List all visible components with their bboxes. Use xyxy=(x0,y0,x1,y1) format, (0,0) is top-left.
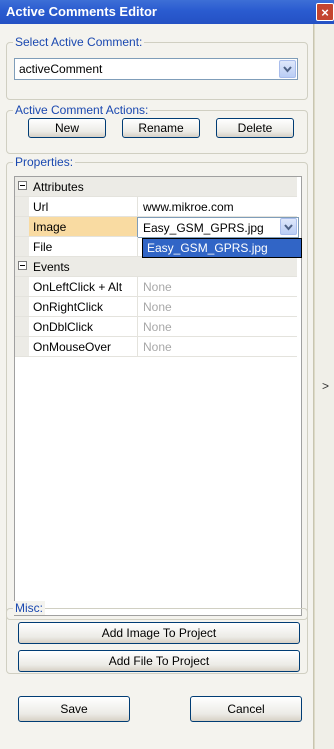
row-gutter xyxy=(15,317,29,336)
property-name: File xyxy=(33,240,53,254)
add-image-button[interactable]: Add Image To Project xyxy=(18,622,300,644)
property-name: Url xyxy=(33,200,49,214)
event-value-cell[interactable]: None xyxy=(137,297,298,316)
property-value: Easy_GSM_GPRS.jpg xyxy=(143,221,264,235)
window-title: Active Comments Editor xyxy=(6,4,157,19)
property-name: Image xyxy=(33,220,67,234)
rename-button[interactable]: Rename xyxy=(122,118,200,138)
dropdown-option-text: Easy_GSM_GPRS.jpg xyxy=(147,241,268,255)
event-name: OnDblClick xyxy=(33,320,94,334)
chevron-right-icon[interactable]: > xyxy=(322,379,329,393)
event-value: None xyxy=(143,340,172,354)
save-button[interactable]: Save xyxy=(18,696,130,722)
image-value-editor[interactable]: Easy_GSM_GPRS.jpg xyxy=(137,217,299,238)
event-value: None xyxy=(143,280,172,294)
event-name: OnRightClick xyxy=(33,300,104,314)
event-name: OnLeftClick + Alt xyxy=(33,280,123,294)
event-name: OnMouseOver xyxy=(33,340,112,354)
event-value-cell[interactable]: None xyxy=(137,317,298,336)
event-value: None xyxy=(143,320,172,334)
select-comment-legend: Select Active Comment: xyxy=(13,35,145,49)
event-row[interactable]: OnRightClick None xyxy=(15,297,297,317)
chevron-down-icon[interactable] xyxy=(279,60,296,78)
title-bar: Active Comments Editor × xyxy=(0,0,334,24)
cancel-button[interactable]: Cancel xyxy=(190,696,302,722)
row-gutter xyxy=(15,277,29,296)
events-category[interactable]: Events xyxy=(15,257,297,277)
property-value: www.mikroe.com xyxy=(143,200,234,214)
active-comment-value: activeComment xyxy=(19,62,103,76)
row-gutter xyxy=(15,197,29,216)
collapse-icon[interactable] xyxy=(18,261,27,270)
close-button[interactable]: × xyxy=(316,3,334,21)
new-button[interactable]: New xyxy=(28,118,106,138)
add-file-button[interactable]: Add File To Project xyxy=(18,650,300,672)
editor-panel: Select Active Comment: activeComment Act… xyxy=(0,24,314,749)
event-value: None xyxy=(143,300,172,314)
collapse-strip[interactable]: > xyxy=(314,24,334,749)
property-value-cell[interactable]: www.mikroe.com xyxy=(137,197,298,216)
property-row-url[interactable]: Url www.mikroe.com xyxy=(15,197,297,217)
row-gutter xyxy=(15,297,29,316)
collapse-icon[interactable] xyxy=(18,181,27,190)
properties-legend: Properties: xyxy=(13,155,76,169)
image-dropdown-option[interactable]: Easy_GSM_GPRS.jpg xyxy=(142,238,302,258)
active-comment-select[interactable]: activeComment xyxy=(14,58,298,80)
chevron-down-icon[interactable] xyxy=(280,218,297,235)
row-gutter xyxy=(15,237,29,256)
row-gutter xyxy=(15,337,29,356)
property-row-image[interactable]: Image Easy_GSM_GPRS.jpg xyxy=(15,217,299,238)
actions-legend: Active Comment Actions: xyxy=(13,103,151,117)
attributes-label: Attributes xyxy=(33,180,84,194)
event-value-cell[interactable]: None xyxy=(137,277,298,296)
events-label: Events xyxy=(33,260,70,274)
misc-legend: Misc: xyxy=(13,601,45,615)
event-value-cell[interactable]: None xyxy=(137,337,298,356)
event-row[interactable]: OnDblClick None xyxy=(15,317,297,337)
attributes-category[interactable]: Attributes xyxy=(15,177,297,197)
delete-button[interactable]: Delete xyxy=(216,118,294,138)
event-row[interactable]: OnMouseOver None xyxy=(15,337,297,357)
event-row[interactable]: OnLeftClick + Alt None xyxy=(15,277,297,297)
row-gutter xyxy=(15,217,29,236)
